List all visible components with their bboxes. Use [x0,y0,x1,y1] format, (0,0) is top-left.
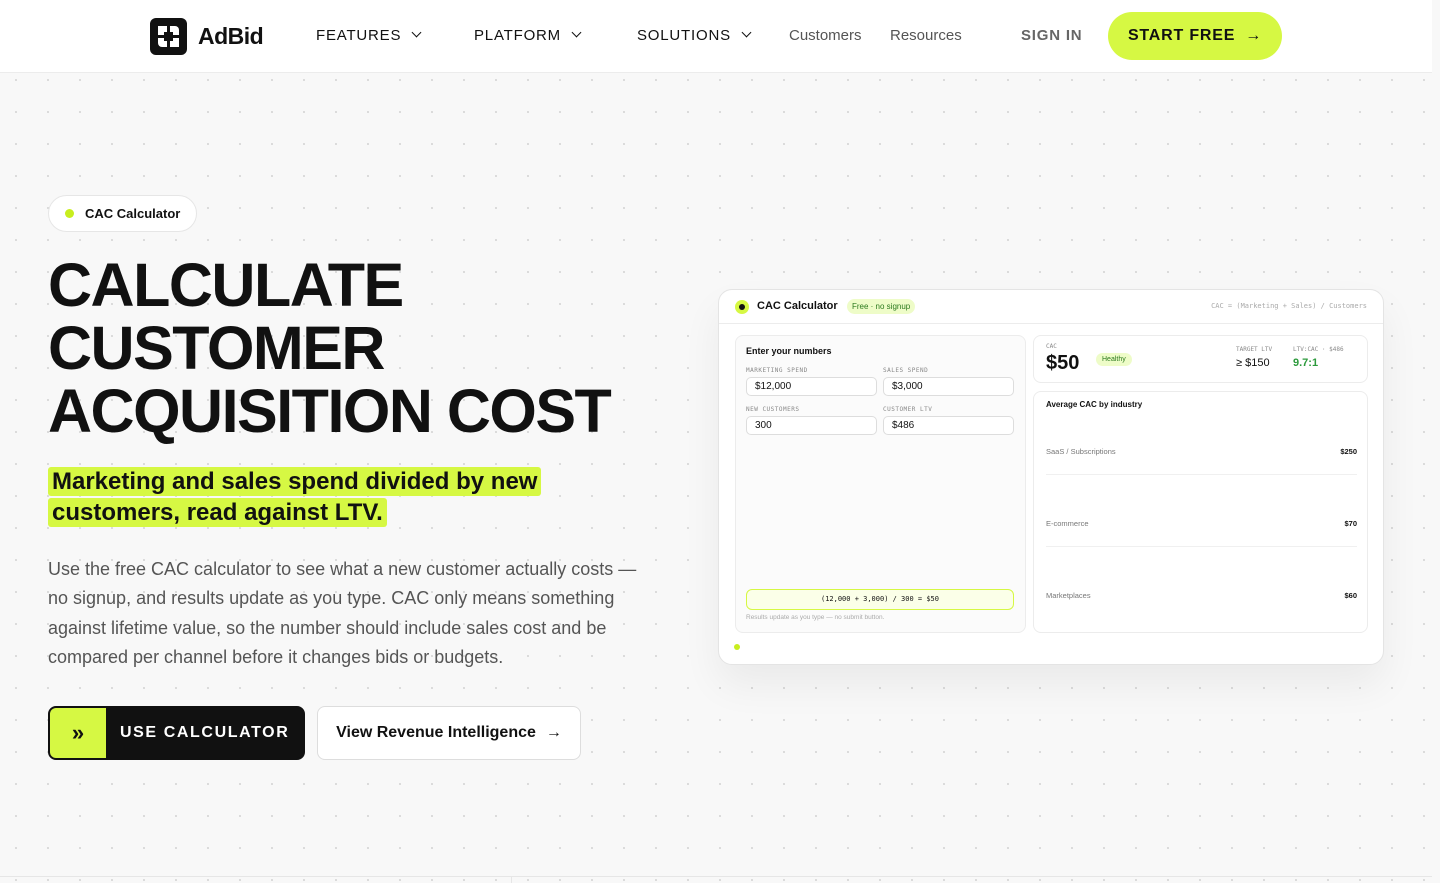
cac-value: $50 [1046,352,1080,374]
industry-value: $250 [1340,447,1357,456]
cac-formula: CAC = (Marketing + Sales) / Customers [1211,302,1367,310]
target-ltv-label: TARGET LTV [1236,346,1273,353]
ltv-cac-value: 9.7:1 [1293,357,1319,369]
industry-value: $70 [1344,519,1357,528]
marketing-spend-label: MARKETING SPEND [746,367,808,374]
status-dot-icon [65,209,74,218]
chevron-down-icon [571,27,582,38]
start-free-button[interactable]: START FREE → [1108,12,1282,60]
calculator-tag-label: CAC Calculator [85,206,181,221]
card-header: CAC Calculator Free · no signup CAC = (M… [719,290,1383,324]
page-title: Calculate customer acquisition cost [48,254,668,443]
nav-solutions[interactable]: SOLUTIONS [637,27,752,44]
list-item: SaaS / Subscriptions $250 [1046,403,1357,475]
chevron-down-icon [741,27,752,38]
use-calculator-button[interactable]: » USE CALCULATOR [48,706,305,760]
headline-line-1: Calculate [48,251,404,319]
nav-customers-link[interactable]: Customers [789,27,862,44]
nav-solutions-label: SOLUTIONS [637,27,731,44]
subheadline: Marketing and sales spend divided by new… [48,466,608,528]
live-indicator-icon [734,644,740,650]
new-customers-input[interactable]: 300 [746,416,877,435]
cac-label: CAC [1046,343,1057,350]
free-badge: Free · no signup [847,299,916,314]
use-calculator-label: USE CALCULATOR [120,724,290,741]
start-free-label: START FREE [1127,27,1236,44]
card-title: CAC Calculator [757,300,838,312]
logo-mark-icon [150,18,187,55]
arrow-right-icon: → [1245,27,1263,44]
arrow-right-icon: → [545,724,562,741]
industry-name: SaaS / Subscriptions [1046,447,1116,456]
nav-platform[interactable]: PLATFORM [474,27,582,44]
industry-value: $60 [1344,591,1357,600]
brand-name: AdBid [198,23,264,49]
top-nav: AdBid FEATURES PLATFORM SOLUTIONS Custom… [0,0,1432,73]
calculator-tag: CAC Calculator [48,195,198,232]
view-revenue-intelligence-button[interactable]: View Revenue Intelligence → [317,706,581,760]
inputs-panel: Enter your numbers MARKETING SPEND $12,0… [735,335,1026,633]
list-item: Marketplaces $60 [1046,547,1357,619]
sales-spend-input[interactable]: $3,000 [883,377,1014,396]
customer-ltv-input[interactable]: $486 [883,416,1014,435]
inputs-title: Enter your numbers [746,346,832,356]
ltv-cac-label: LTV:CAC · $486 [1293,346,1344,353]
sign-in-link[interactable]: SIGN IN [1021,27,1082,44]
headline-line-2: customer [48,314,385,382]
nav-resources-link[interactable]: Resources [890,27,962,44]
list-item: E-commerce $70 [1046,475,1357,547]
new-customers-label: NEW CUSTOMERS [746,406,800,413]
sales-spend-label: SALES SPEND [883,367,929,374]
customer-ltv-label: CUSTOMER LTV [883,406,933,413]
status-badge: Healthy [1096,353,1132,366]
double-chevron-right-icon: » [50,708,106,758]
nav-features[interactable]: FEATURES [316,27,422,44]
marketing-spend-input[interactable]: $12,000 [746,377,877,396]
headline-line-3: acquisition cost [48,377,612,445]
industry-name: E-commerce [1046,519,1089,528]
industry-panel: Average CAC by industry SaaS / Subscript… [1033,391,1368,633]
calculator-logo-icon [735,300,749,314]
chevron-down-icon [411,27,422,38]
calculator-preview-card: CAC Calculator Free · no signup CAC = (M… [718,289,1384,665]
result-equation: (12,000 + 3,000) / 300 = $50 [746,589,1014,610]
subheadline-highlight: Marketing and sales spend divided by new… [48,467,542,527]
view-revenue-intelligence-label: View Revenue Intelligence [336,724,536,741]
brand-logo[interactable]: AdBid [150,18,264,55]
section-divider [0,876,1432,877]
result-note: Results update as you type — no submit b… [746,614,885,621]
hero-description: Use the free CAC calculator to see what … [48,559,637,667]
nav-platform-label: PLATFORM [474,27,561,44]
section-divider-tick [511,876,512,883]
target-ltv-value: ≥ $150 [1236,357,1270,369]
nav-features-label: FEATURES [316,27,402,44]
cac-result-panel: CAC $50 Healthy TARGET LTV ≥ $150 LTV:CA… [1033,335,1368,383]
industry-name: Marketplaces [1046,591,1091,600]
